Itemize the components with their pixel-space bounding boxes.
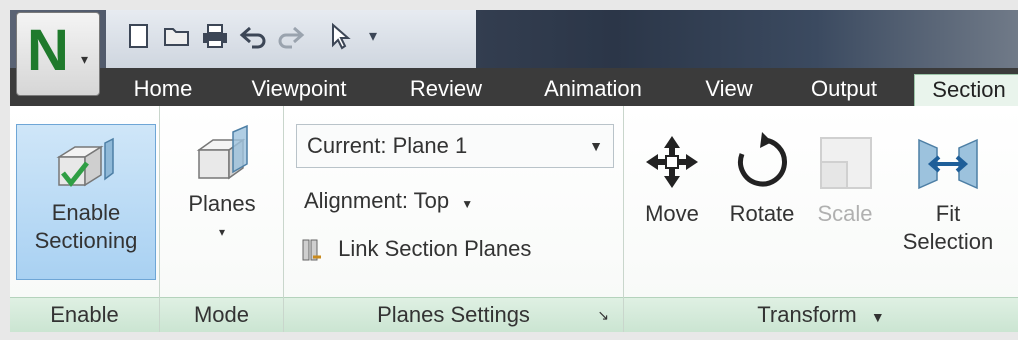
fit-label-line1: Fit: [935, 201, 961, 226]
tab-section[interactable]: Section: [914, 74, 1018, 106]
planes-label: Planes: [188, 191, 256, 216]
tab-viewpoint[interactable]: Viewpoint: [236, 74, 362, 106]
enable-sectioning-button[interactable]: Enable Sectioning: [16, 124, 156, 280]
app-logo: N: [27, 18, 69, 83]
customize-toolbar-icon[interactable]: ▾: [356, 22, 390, 52]
chevron-down-icon: ▾: [218, 225, 226, 239]
rotate-button[interactable]: Rotate: [716, 132, 808, 228]
move-arrows-icon: [646, 136, 698, 188]
scale-label: Scale: [817, 201, 873, 226]
group-planes-settings: Current: Plane 1 ▼ Alignment: Top ▼ Link…: [284, 106, 624, 332]
chevron-down-icon: ▼: [589, 138, 603, 154]
print-icon[interactable]: [198, 22, 232, 52]
group-label-transform[interactable]: Transform ▼: [624, 297, 1018, 332]
enable-sectioning-label: Enable Sectioning: [17, 199, 155, 255]
transform-label: Transform: [757, 302, 857, 327]
undo-icon[interactable]: [236, 22, 270, 52]
enable-label-line1: Enable: [51, 200, 121, 225]
chevron-down-icon: ▼: [461, 197, 474, 211]
alignment-dropdown[interactable]: Alignment: Top ▼: [304, 188, 473, 214]
select-arrow-icon[interactable]: [322, 22, 356, 52]
group-label-enable: Enable: [10, 297, 159, 332]
ribbon-panel: Enable Sectioning Enable Planes ▾ Mode C…: [10, 106, 1018, 332]
chevron-down-icon: ▾: [81, 51, 89, 67]
rotate-icon: [738, 132, 787, 187]
fit-selection-icon: [918, 138, 978, 190]
group-enable: Enable Sectioning Enable: [10, 106, 160, 332]
planes-button[interactable]: Planes ▾: [174, 124, 270, 246]
move-label: Move: [645, 201, 699, 226]
dialog-launcher-icon[interactable]: ↘: [597, 298, 609, 332]
tab-home[interactable]: Home: [128, 74, 198, 106]
chevron-down-icon: ▼: [870, 309, 885, 325]
link-planes-icon: [302, 239, 321, 261]
title-bar: ▾: [10, 10, 1018, 68]
group-mode: Planes ▾ Mode: [160, 106, 284, 332]
tab-animation[interactable]: Animation: [530, 74, 656, 106]
tab-review[interactable]: Review: [398, 74, 494, 106]
group-transform: Move Rotate Scale Fit Selection Transfor…: [624, 106, 1018, 332]
current-plane-dropdown[interactable]: Current: Plane 1 ▼: [296, 124, 614, 168]
redo-icon[interactable]: [274, 22, 308, 52]
link-section-planes-button[interactable]: Link Section Planes: [300, 236, 531, 263]
fit-label-line2: Selection: [902, 229, 994, 254]
open-folder-icon[interactable]: [160, 22, 194, 52]
alignment-label: Alignment: Top: [304, 188, 450, 213]
application-menu-button[interactable]: N ▾: [16, 12, 100, 96]
planes-icon: [196, 124, 248, 180]
scale-icon: [820, 137, 872, 189]
rotate-label: Rotate: [729, 201, 795, 226]
new-file-icon[interactable]: [122, 22, 156, 52]
enable-label-line2: Sectioning: [34, 228, 138, 253]
group-label-mode: Mode: [160, 297, 283, 332]
scale-button: Scale: [810, 132, 880, 228]
tab-view[interactable]: View: [696, 74, 762, 106]
ribbon-tabs: Home Viewpoint Review Animation View Out…: [10, 68, 1018, 106]
quick-access-toolbar: ▾: [106, 10, 476, 68]
move-button[interactable]: Move: [632, 132, 712, 228]
fit-selection-button[interactable]: Fit Selection: [890, 132, 1006, 256]
sectioning-cube-icon: [56, 137, 114, 188]
planes-settings-label: Planes Settings: [377, 302, 530, 327]
current-plane-value: Current: Plane 1: [307, 133, 468, 158]
link-section-planes-label: Link Section Planes: [338, 236, 532, 261]
group-label-planes-settings: Planes Settings ↘: [284, 297, 623, 332]
window: ▾ N ▾ Home Viewpoint Review Animation Vi…: [10, 10, 1018, 332]
tab-output[interactable]: Output: [796, 74, 892, 106]
